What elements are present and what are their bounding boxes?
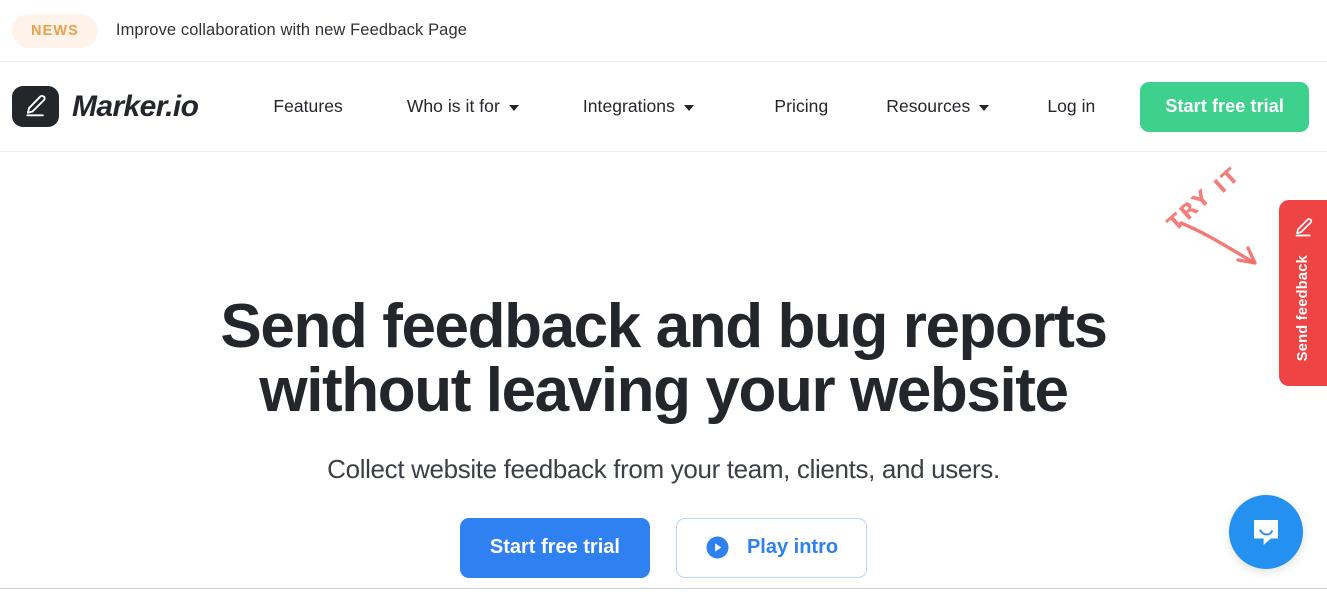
chevron-down-icon [683,104,694,111]
hero-start-free-trial-button[interactable]: Start free trial [459,517,650,578]
hero-cta-group: Start free trial Play intro [0,517,1327,578]
nav-item-pricing[interactable]: Pricing [761,86,841,127]
news-badge[interactable]: NEWS [12,13,98,48]
chat-bubble-icon [1249,515,1283,549]
page-root: NEWS Improve collaboration with new Feed… [0,0,1327,595]
play-circle-icon [705,535,730,560]
page-bottom-edge [0,588,1327,589]
nav-item-label: Pricing [774,96,829,116]
nav-item-label: Features [273,96,343,116]
nav-item-label: Log in [1047,96,1096,116]
brand-name: Marker.io [72,89,199,123]
brand-logo-link[interactable]: Marker.io [12,86,199,127]
hero-title-line-2: without leaving your website [259,355,1069,425]
nav-item-resources[interactable]: Resources [873,86,1002,127]
nav-item-label: Resources [886,96,971,116]
send-feedback-tab[interactable]: Send feedback [1279,200,1327,386]
main-navigation: Marker.io Features Who is it for Integra… [0,62,1327,152]
nav-secondary-group: Pricing Resources Log in Start free tria… [761,81,1309,132]
news-headline-link[interactable]: Improve collaboration with new Feedback … [116,21,467,40]
news-banner[interactable]: NEWS Improve collaboration with new Feed… [0,0,1327,62]
nav-item-features[interactable]: Features [260,86,355,127]
hero-play-intro-label: Play intro [746,536,839,559]
nav-item-label: Integrations [582,96,675,116]
nav-item-log-in[interactable]: Log in [1034,86,1108,127]
pencil-logo-icon [12,86,59,127]
pencil-icon [1292,217,1315,239]
hero-play-intro-button[interactable]: Play intro [675,517,868,578]
nav-item-who-is-it-for[interactable]: Who is it for [394,86,532,127]
nav-item-label: Who is it for [406,96,500,116]
hero-title-line-1: Send feedback and bug reports [220,292,1108,361]
nav-item-integrations[interactable]: Integrations [570,86,707,127]
send-feedback-tab-label: Send feedback [1295,255,1311,362]
nav-start-free-trial-button[interactable]: Start free trial [1140,81,1309,132]
chevron-down-icon [979,104,990,111]
chat-launcher-button[interactable] [1229,495,1303,569]
page-title: Send feedback and bug reports without le… [164,152,1164,423]
chevron-down-icon [508,104,519,111]
hero-section: Send feedback and bug reports without le… [0,152,1327,594]
hero-subtitle: Collect website feedback from your team,… [327,453,1000,484]
nav-primary-group: Features Who is it for Integrations [260,86,707,127]
